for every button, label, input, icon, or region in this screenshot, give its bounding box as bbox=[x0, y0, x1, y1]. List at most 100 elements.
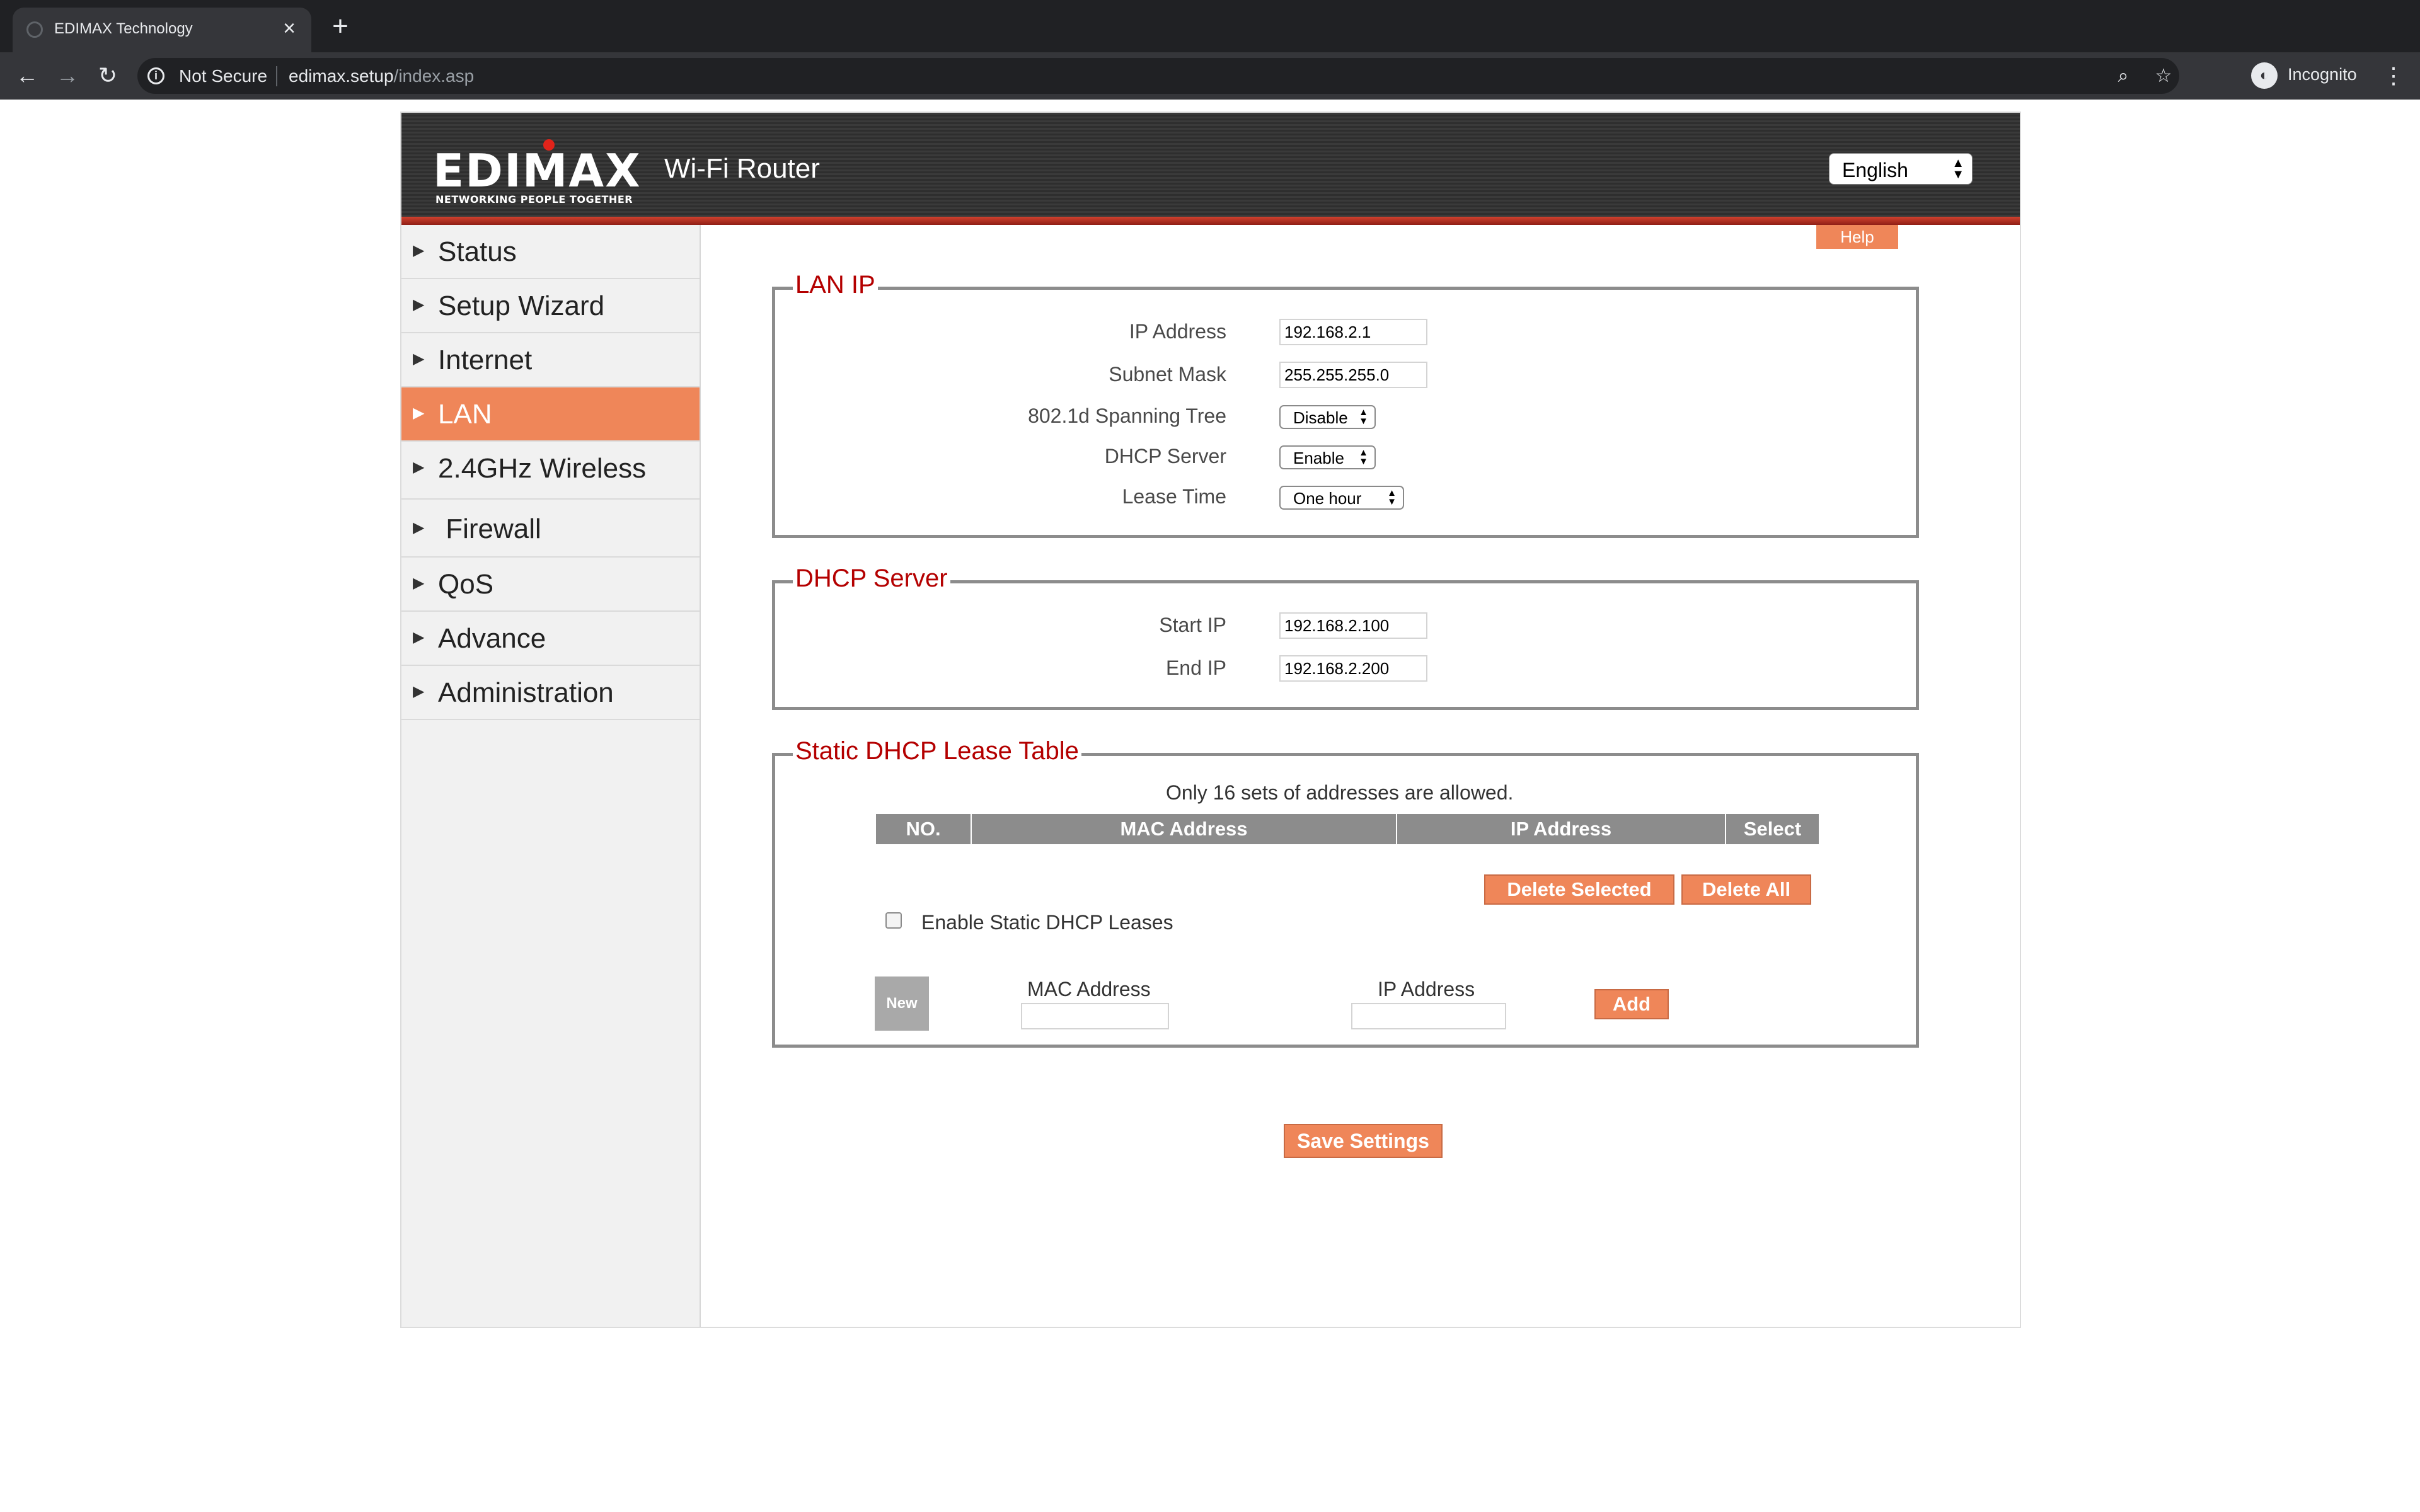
help-button[interactable]: Help bbox=[1816, 225, 1898, 249]
lan-ip-section: LAN IP IP Address Subnet Mask 802.1d Spa… bbox=[772, 271, 1919, 538]
end-ip-label: End IP bbox=[1165, 656, 1226, 679]
static-dhcp-section: Static DHCP Lease Table Only 16 sets of … bbox=[772, 737, 1919, 1048]
select-arrows-icon: ▲ ▼ bbox=[1359, 407, 1368, 427]
sidebar-item-label: Advance bbox=[438, 623, 546, 654]
sidebar-item-status[interactable]: ▶ Status bbox=[401, 225, 700, 279]
sidebar-item-advance[interactable]: ▶ Advance bbox=[401, 612, 700, 666]
save-settings-button[interactable]: Save Settings bbox=[1284, 1124, 1443, 1158]
column-header-ip: IP Address bbox=[1397, 814, 1726, 844]
sidebar-item-label: QoS bbox=[438, 569, 494, 600]
language-select[interactable]: English ▲ ▼ bbox=[1829, 153, 1973, 185]
browser-tab[interactable]: EDIMAX Technology × bbox=[13, 8, 311, 52]
url-host: edimax.setup bbox=[289, 66, 394, 86]
bookmark-star-icon[interactable]: ☆ bbox=[2152, 64, 2175, 88]
column-header-no: NO. bbox=[876, 814, 972, 844]
sidebar-item-internet[interactable]: ▶ Internet bbox=[401, 333, 700, 387]
url-text[interactable]: edimax.setup/index.asp bbox=[289, 66, 474, 86]
delete-selected-button[interactable]: Delete Selected bbox=[1484, 874, 1674, 905]
incognito-label[interactable]: Incognito bbox=[2288, 65, 2357, 84]
ip-address-input[interactable] bbox=[1279, 319, 1427, 345]
dhcp-server-legend: DHCP Server bbox=[793, 564, 950, 593]
url-path: /index.asp bbox=[393, 66, 475, 86]
sidebar-item-label: Administration bbox=[438, 677, 614, 708]
sidebar-item-lan[interactable]: ▶ LAN bbox=[401, 387, 700, 442]
zoom-icon[interactable]: ⌕ bbox=[2111, 64, 2135, 88]
back-arrow-icon[interactable]: ← bbox=[13, 61, 42, 90]
end-ip-input[interactable] bbox=[1279, 655, 1427, 682]
start-ip-label: Start IP bbox=[1159, 614, 1226, 636]
lease-time-select[interactable]: One hour ▲ ▼ bbox=[1279, 486, 1404, 510]
dhcp-server-select[interactable]: Enable ▲ ▼ bbox=[1279, 445, 1376, 469]
arrow-right-icon: ▶ bbox=[413, 350, 425, 367]
arrow-right-icon: ▶ bbox=[413, 404, 425, 421]
address-bar[interactable]: i Not Secure edimax.setup/index.asp ⌕ ☆ bbox=[137, 58, 2179, 94]
column-header-select: Select bbox=[1726, 814, 1820, 844]
static-dhcp-legend: Static DHCP Lease Table bbox=[793, 737, 1081, 765]
arrow-right-icon: ▶ bbox=[413, 683, 425, 700]
select-arrows-icon: ▲ ▼ bbox=[1387, 488, 1397, 507]
sidebar-item-wireless[interactable]: ▶ 2.4GHz Wireless bbox=[401, 442, 700, 500]
add-button[interactable]: Add bbox=[1594, 989, 1669, 1019]
new-entry-button[interactable]: New bbox=[875, 976, 929, 1031]
reload-icon[interactable]: ↻ bbox=[93, 61, 122, 90]
arrow-right-icon: ▶ bbox=[413, 575, 425, 592]
limit-note: Only 16 sets of addresses are allowed. bbox=[1166, 781, 1514, 804]
security-status[interactable]: Not Secure bbox=[179, 66, 267, 86]
enable-static-dhcp-checkbox[interactable] bbox=[885, 912, 902, 929]
router-page: EDIMAX NETWORKING PEOPLE TOGETHER Wi-Fi … bbox=[400, 112, 2021, 1328]
forward-arrow-icon[interactable]: → bbox=[53, 61, 82, 90]
incognito-icon[interactable]: ◐ bbox=[2251, 62, 2278, 89]
dhcp-server-section: DHCP Server Start IP End IP bbox=[772, 564, 1919, 710]
more-menu-icon[interactable]: ⋮ bbox=[2382, 61, 2405, 90]
spanning-tree-select[interactable]: Disable ▲ ▼ bbox=[1279, 405, 1376, 429]
static-ip-label: IP Address bbox=[1378, 978, 1475, 1000]
language-value: English bbox=[1842, 159, 1908, 181]
arrow-right-icon: ▶ bbox=[413, 242, 425, 259]
enable-static-dhcp-label: Enable Static DHCP Leases bbox=[921, 911, 1173, 934]
select-arrows-icon: ▲ ▼ bbox=[1952, 156, 1964, 181]
header-accent-bar bbox=[401, 217, 2020, 225]
arrow-right-icon: ▶ bbox=[413, 629, 425, 646]
page-title: Wi-Fi Router bbox=[664, 153, 820, 184]
spanning-tree-label: 802.1d Spanning Tree bbox=[1028, 404, 1226, 427]
logo-wordmark: EDIMAX bbox=[433, 144, 642, 197]
column-header-mac: MAC Address bbox=[972, 814, 1397, 844]
sidebar-item-label: Firewall bbox=[438, 513, 541, 544]
sidebar-item-firewall[interactable]: ▶ Firewall bbox=[401, 500, 700, 558]
sidebar-item-label: Status bbox=[438, 236, 517, 267]
subnet-mask-label: Subnet Mask bbox=[1109, 363, 1226, 386]
ip-address-label: IP Address bbox=[1129, 320, 1226, 343]
delete-all-button[interactable]: Delete All bbox=[1681, 874, 1811, 905]
close-icon[interactable]: × bbox=[277, 16, 301, 40]
logo-dot bbox=[543, 139, 555, 151]
subnet-mask-input[interactable] bbox=[1279, 362, 1427, 388]
select-arrows-icon: ▲ ▼ bbox=[1359, 447, 1368, 467]
info-icon[interactable]: i bbox=[147, 67, 164, 84]
sidebar-item-label: LAN bbox=[438, 399, 492, 430]
mac-address-input[interactable] bbox=[1021, 1003, 1169, 1029]
spanning-tree-value: Disable bbox=[1293, 408, 1348, 427]
new-tab-icon[interactable]: + bbox=[326, 13, 354, 42]
address-divider bbox=[276, 66, 277, 86]
dhcp-server-value: Enable bbox=[1293, 449, 1344, 467]
logo-tagline: NETWORKING PEOPLE TOGETHER bbox=[435, 193, 633, 205]
router-header: EDIMAX NETWORKING PEOPLE TOGETHER Wi-Fi … bbox=[401, 113, 2020, 225]
lease-time-label: Lease Time bbox=[1122, 485, 1226, 508]
lease-time-value: One hour bbox=[1293, 489, 1362, 508]
arrow-right-icon: ▶ bbox=[413, 296, 425, 313]
arrow-right-icon: ▶ bbox=[413, 459, 425, 476]
sidebar-item-qos[interactable]: ▶ QoS bbox=[401, 558, 700, 612]
sidebar-item-administration[interactable]: ▶ Administration bbox=[401, 666, 700, 720]
sidebar-item-label: Internet bbox=[438, 345, 533, 375]
static-ip-input[interactable] bbox=[1351, 1003, 1506, 1029]
arrow-right-icon: ▶ bbox=[413, 519, 425, 536]
globe-icon bbox=[26, 21, 43, 38]
lan-ip-legend: LAN IP bbox=[793, 271, 878, 299]
browser-tabstrip: EDIMAX Technology × + bbox=[0, 0, 2420, 52]
mac-address-label: MAC Address bbox=[1027, 978, 1151, 1000]
dhcp-server-label: DHCP Server bbox=[1104, 445, 1226, 467]
start-ip-input[interactable] bbox=[1279, 612, 1427, 639]
sidebar-item-label: Setup Wizard bbox=[438, 290, 605, 321]
sidebar-item-setup-wizard[interactable]: ▶ Setup Wizard bbox=[401, 279, 700, 333]
sidebar-item-label: 2.4GHz Wireless bbox=[438, 453, 647, 484]
